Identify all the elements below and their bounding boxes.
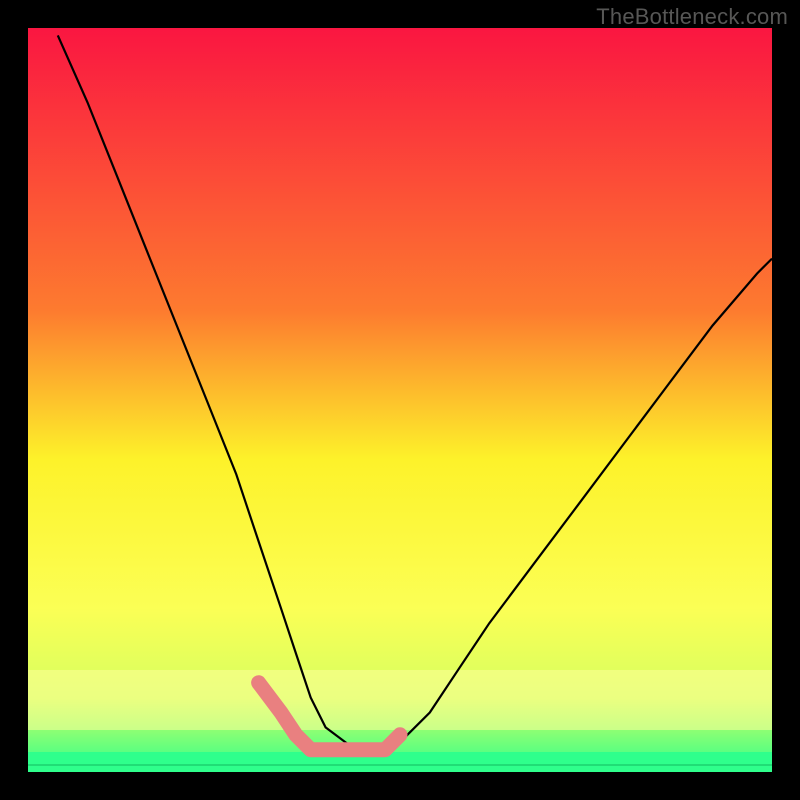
green-band (28, 752, 772, 772)
bottleneck-chart (0, 0, 800, 800)
watermark-text: TheBottleneck.com (596, 4, 788, 30)
plot-area (28, 28, 772, 772)
green-line (28, 764, 772, 766)
yellow-band (28, 670, 772, 730)
chart-container: TheBottleneck.com (0, 0, 800, 800)
